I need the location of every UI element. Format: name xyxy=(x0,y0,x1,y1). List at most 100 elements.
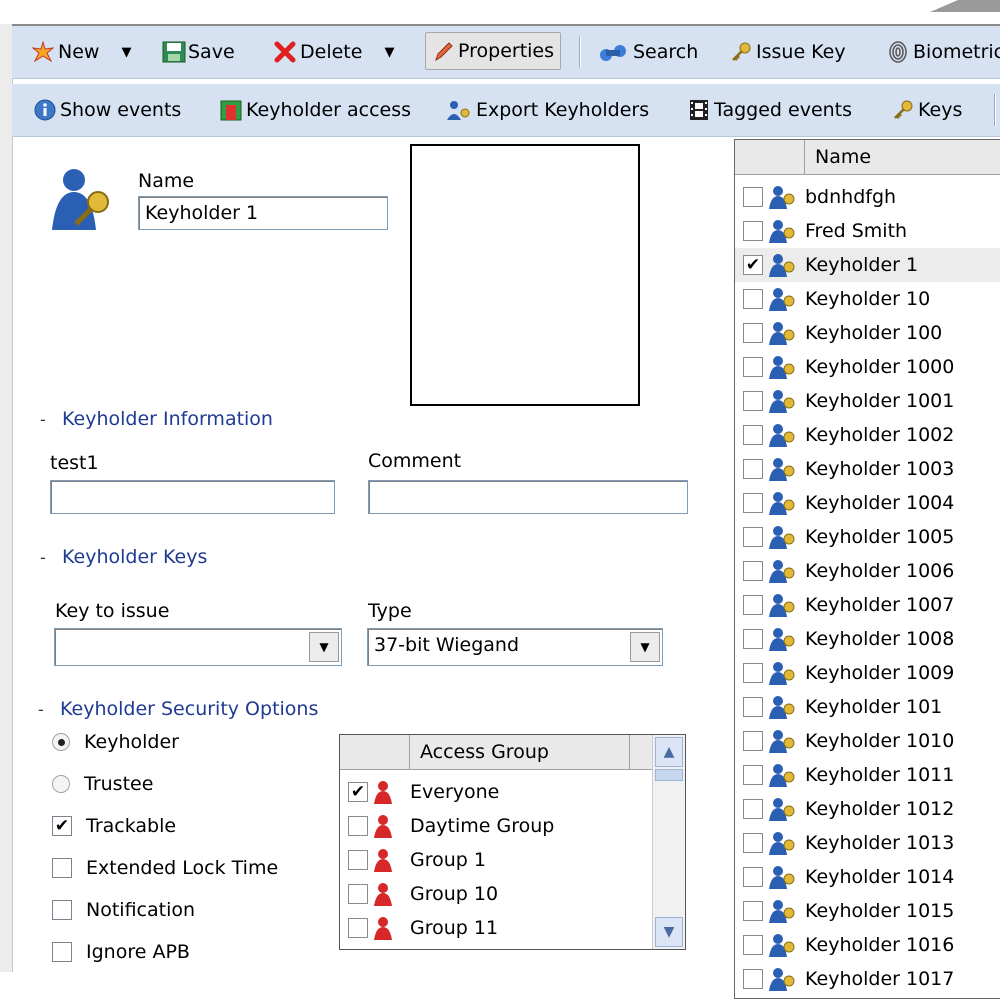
row-checkbox[interactable] xyxy=(743,323,763,343)
delete-button[interactable]: Delete ▼ xyxy=(274,26,394,78)
keyholder-list[interactable]: Name bdnhdfgh Fred Smith ✔ Keyholder 1 Keyho… xyxy=(734,139,1000,999)
scroll-down-icon[interactable]: ▼ xyxy=(655,917,683,947)
keyholder-row[interactable]: Keyholder 1008 xyxy=(735,622,1000,656)
keyholder-row[interactable]: Keyholder 1007 xyxy=(735,588,1000,622)
keyholder-row[interactable]: Keyholder 1014 xyxy=(735,860,1000,894)
access-group-grid[interactable]: Access Group ✔ Everyone Daytime Group Group… xyxy=(339,734,686,950)
scroll-thumb[interactable] xyxy=(655,769,683,781)
row-checkbox[interactable] xyxy=(743,731,763,751)
row-checkbox[interactable] xyxy=(348,918,368,938)
row-checkbox[interactable] xyxy=(743,459,763,479)
name-column-header[interactable]: Name xyxy=(805,140,1000,174)
scroll-up-icon[interactable]: ▲ xyxy=(655,737,683,767)
keyholder-row[interactable]: ✔ Keyholder 1 xyxy=(735,248,1000,282)
checkbox[interactable]: ✔ xyxy=(52,816,72,836)
access-group-row[interactable]: ✔ Everyone xyxy=(340,775,653,809)
access-group-scrollbar[interactable]: ▲ ▼ xyxy=(652,735,685,949)
new-button[interactable]: New ▼ xyxy=(31,26,131,78)
name-field[interactable]: Keyholder 1 xyxy=(138,196,388,230)
keyholder-row[interactable]: Keyholder 10 xyxy=(735,282,1000,316)
keyholder-row[interactable]: Fred Smith xyxy=(735,214,1000,248)
row-checkbox[interactable] xyxy=(743,527,763,547)
properties-button[interactable]: Properties xyxy=(425,32,562,70)
collapse-info-toggle[interactable]: - xyxy=(40,410,46,429)
keyholder-row[interactable]: Keyholder 101 xyxy=(735,690,1000,724)
tagged-events-button[interactable]: Tagged events xyxy=(688,84,852,136)
row-checkbox[interactable] xyxy=(743,833,763,853)
keyholder-row[interactable]: Keyholder 1009 xyxy=(735,656,1000,690)
row-checkbox[interactable] xyxy=(743,561,763,581)
row-checkbox[interactable] xyxy=(743,595,763,615)
security-option-trustee[interactable]: Trustee xyxy=(52,773,153,795)
row-checkbox[interactable] xyxy=(743,697,763,717)
keyholder-row[interactable]: Keyholder 1004 xyxy=(735,486,1000,520)
keyholder-photo[interactable] xyxy=(410,144,640,406)
export-keyholders-button[interactable]: Export Keyholders xyxy=(444,84,649,136)
row-checkbox[interactable]: ✔ xyxy=(348,782,368,802)
row-checkbox[interactable] xyxy=(348,816,368,836)
row-checkbox[interactable]: ✔ xyxy=(743,255,763,275)
keyholder-access-button[interactable]: Keyholder access xyxy=(220,84,411,136)
test1-field[interactable] xyxy=(50,480,335,514)
save-button[interactable]: Save xyxy=(162,26,235,78)
row-checkbox[interactable] xyxy=(743,867,763,887)
keyholder-row[interactable]: Keyholder 1011 xyxy=(735,758,1000,792)
keyholder-row[interactable]: Keyholder 100 xyxy=(735,316,1000,350)
keyholder-row[interactable]: Keyholder 1003 xyxy=(735,452,1000,486)
security-option-ignore-apb[interactable]: Ignore APB xyxy=(52,941,190,963)
row-checkbox[interactable] xyxy=(743,935,763,955)
checkbox[interactable] xyxy=(52,900,72,920)
row-checkbox[interactable] xyxy=(743,765,763,785)
access-group-column-header[interactable]: Access Group xyxy=(410,735,630,769)
keyholder-row[interactable]: Keyholder 1006 xyxy=(735,554,1000,588)
access-group-row[interactable]: Daytime Group xyxy=(340,809,653,843)
row-checkbox[interactable] xyxy=(743,221,763,241)
keyholder-information-heading[interactable]: Keyholder Information xyxy=(62,408,273,430)
row-checkbox[interactable] xyxy=(348,884,368,904)
row-checkbox[interactable] xyxy=(348,850,368,870)
keyholder-row[interactable]: bdnhdfgh xyxy=(735,180,1000,214)
keyholder-row[interactable]: Keyholder 1012 xyxy=(735,792,1000,826)
row-checkbox[interactable] xyxy=(743,425,763,445)
access-group-row[interactable]: Group 1 xyxy=(340,843,653,877)
keys-button[interactable]: Keys xyxy=(892,84,962,136)
row-checkbox[interactable] xyxy=(743,969,763,989)
keyholder-security-options-heading[interactable]: Keyholder Security Options xyxy=(60,698,318,720)
row-checkbox[interactable] xyxy=(743,629,763,649)
access-group-row[interactable]: Group 11 xyxy=(340,911,653,945)
row-checkbox[interactable] xyxy=(743,289,763,309)
keyholder-row[interactable]: Keyholder 1015 xyxy=(735,894,1000,928)
keyholder-row[interactable]: Keyholder 1000 xyxy=(735,350,1000,384)
issue-key-button[interactable]: Issue Key xyxy=(730,26,846,78)
security-option-notification[interactable]: Notification xyxy=(52,899,195,921)
row-checkbox[interactable] xyxy=(743,357,763,377)
radio-button[interactable] xyxy=(52,775,70,793)
key-to-issue-select[interactable]: ▼ xyxy=(54,628,342,666)
keyholder-row[interactable]: Keyholder 1005 xyxy=(735,520,1000,554)
keyholder-row[interactable]: Keyholder 1001 xyxy=(735,384,1000,418)
type-select[interactable]: 37-bit Wiegand ▼ xyxy=(367,628,663,666)
keyholder-row[interactable]: Keyholder 1016 xyxy=(735,928,1000,962)
collapse-security-toggle[interactable]: - xyxy=(38,700,44,719)
biometric-button[interactable]: Biometric xyxy=(887,26,1000,78)
row-checkbox[interactable] xyxy=(743,901,763,921)
comment-field[interactable] xyxy=(368,480,688,514)
row-checkbox[interactable] xyxy=(743,663,763,683)
row-checkbox[interactable] xyxy=(743,391,763,411)
radio-button[interactable] xyxy=(52,733,70,751)
show-events-button[interactable]: Show events xyxy=(34,84,181,136)
row-checkbox[interactable] xyxy=(743,187,763,207)
keyholder-row[interactable]: Keyholder 1017 xyxy=(735,962,1000,996)
delete-dropdown-arrow-icon[interactable]: ▼ xyxy=(384,45,394,60)
security-option-trackable[interactable]: ✔ Trackable xyxy=(52,815,176,837)
keyholder-row[interactable]: Keyholder 1013 xyxy=(735,826,1000,860)
keyholder-keys-heading[interactable]: Keyholder Keys xyxy=(62,546,207,568)
collapse-keys-toggle[interactable]: - xyxy=(40,548,46,567)
security-option-extended-lock-time[interactable]: Extended Lock Time xyxy=(52,857,278,879)
checkbox[interactable] xyxy=(52,858,72,878)
chevron-down-icon[interactable]: ▼ xyxy=(630,632,660,662)
chevron-down-icon[interactable]: ▼ xyxy=(309,632,339,662)
keyholder-row[interactable]: Keyholder 1002 xyxy=(735,418,1000,452)
row-checkbox[interactable] xyxy=(743,799,763,819)
new-dropdown-arrow-icon[interactable]: ▼ xyxy=(121,45,131,60)
